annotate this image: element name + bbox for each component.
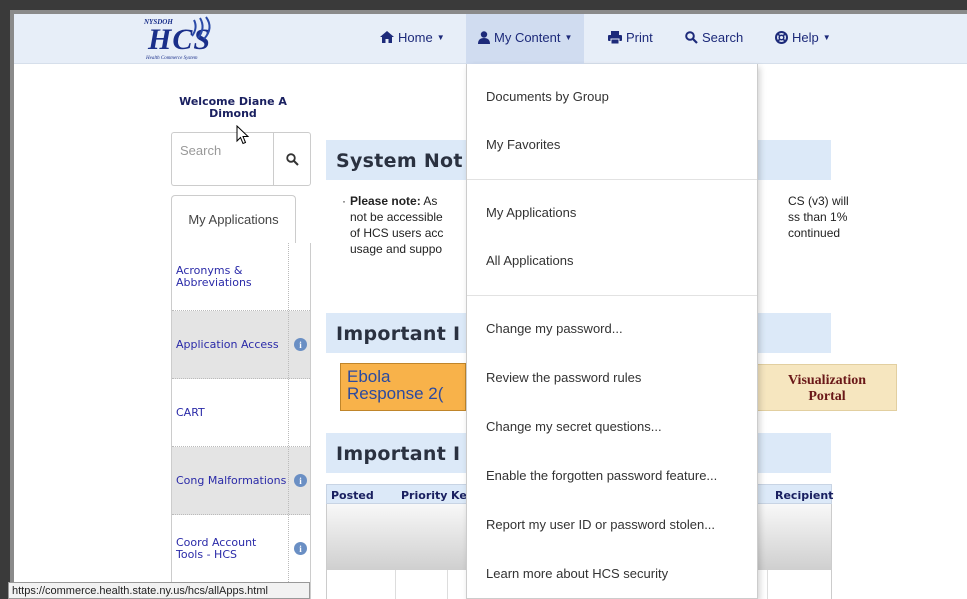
sidebar-search-button[interactable] bbox=[273, 132, 311, 186]
menu-item-report-stolen[interactable]: Report my user ID or password stolen... bbox=[467, 517, 757, 532]
menu-item-learn-security[interactable]: Learn more about HCS security bbox=[467, 566, 757, 581]
caret-down-icon: ▼ bbox=[822, 32, 831, 42]
welcome-line2: Dimond bbox=[209, 107, 257, 120]
nav-my-content-label: My Content bbox=[494, 29, 561, 45]
divider bbox=[447, 570, 448, 599]
app-name[interactable]: Acronyms & Abbreviations bbox=[172, 263, 288, 289]
search-icon bbox=[685, 30, 698, 44]
menu-item-password-rules[interactable]: Review the password rules bbox=[467, 370, 757, 385]
bullet: · bbox=[342, 194, 346, 208]
ebola-line: Ebola bbox=[347, 367, 391, 386]
notice-right: continued bbox=[788, 226, 841, 240]
caret-down-icon: ▼ bbox=[564, 32, 573, 42]
print-icon bbox=[608, 30, 622, 44]
app-name[interactable]: CART bbox=[172, 406, 288, 419]
app-name-line: Abbreviations bbox=[176, 275, 252, 289]
visualization-portal-banner[interactable]: Visualization Portal bbox=[757, 364, 897, 411]
divider bbox=[395, 570, 396, 599]
divider bbox=[767, 570, 768, 599]
nav-home-label: Home bbox=[398, 29, 433, 45]
app-name[interactable]: Application Access bbox=[172, 338, 288, 351]
logo-subtitle: Health Commerce System bbox=[146, 56, 198, 61]
sidebar-search-input[interactable]: Search bbox=[171, 132, 273, 186]
nav-help-label: Help bbox=[792, 29, 819, 45]
app-name-line: Tools - HCS bbox=[176, 547, 237, 561]
col-recipient[interactable]: Recipient bbox=[775, 489, 833, 502]
app-info-cell: i bbox=[288, 447, 312, 514]
app-info-cell bbox=[288, 243, 312, 310]
app-info-cell: i bbox=[288, 311, 312, 378]
nav-search[interactable]: Search bbox=[685, 10, 743, 64]
caret-down-icon: ▼ bbox=[436, 32, 445, 42]
browser-status-url: https://commerce.health.state.ny.us/hcs/… bbox=[8, 582, 310, 599]
list-item[interactable]: Coord Account Tools - HCS i bbox=[172, 515, 310, 583]
col-key[interactable]: Ke bbox=[451, 489, 467, 502]
viz-line: Portal bbox=[808, 389, 846, 404]
my-content-dropdown: Documents by Group My Favorites My Appli… bbox=[466, 64, 758, 599]
menu-item-change-password[interactable]: Change my password... bbox=[467, 321, 757, 336]
lifebuoy-icon bbox=[775, 30, 788, 44]
app-name[interactable]: Cong Malformations bbox=[172, 474, 288, 487]
nav-home[interactable]: Home ▼ bbox=[380, 10, 445, 64]
menu-item-forgotten-password[interactable]: Enable the forgotten password feature... bbox=[467, 468, 757, 483]
tab-my-applications[interactable]: My Applications bbox=[171, 195, 296, 243]
nav-print-label: Print bbox=[626, 29, 653, 45]
notice-line: As bbox=[423, 194, 438, 208]
col-priority[interactable]: Priority bbox=[401, 489, 447, 502]
user-icon bbox=[478, 30, 490, 44]
menu-item-my-favorites[interactable]: My Favorites bbox=[467, 137, 757, 152]
info-icon[interactable]: i bbox=[294, 542, 307, 555]
app-info-cell bbox=[288, 379, 312, 446]
app-info-cell: i bbox=[288, 515, 312, 582]
welcome-message: Welcome Diane A Dimond bbox=[168, 96, 298, 120]
search-icon bbox=[285, 152, 299, 166]
col-posted[interactable]: Posted bbox=[331, 489, 374, 502]
list-item[interactable]: Acronyms & Abbreviations bbox=[172, 243, 310, 311]
info-icon[interactable]: i bbox=[294, 474, 307, 487]
signal-waves-icon bbox=[191, 16, 211, 40]
app-name-line: Acronyms & bbox=[176, 263, 243, 277]
hcs-logo[interactable]: NYSDOH HCS Health Commerce System bbox=[138, 16, 230, 64]
nav-my-content[interactable]: My Content ▼ bbox=[466, 10, 585, 64]
notice-bold: Please note: bbox=[350, 194, 421, 208]
nav-search-label: Search bbox=[702, 29, 744, 45]
info-icon[interactable]: i bbox=[294, 338, 307, 351]
list-item[interactable]: Application Access i bbox=[172, 311, 310, 379]
menu-item-all-applications[interactable]: All Applications bbox=[467, 253, 757, 268]
menu-divider bbox=[467, 179, 757, 180]
viz-line: Visualization bbox=[787, 373, 867, 388]
menu-item-documents-by-group[interactable]: Documents by Group bbox=[467, 89, 757, 104]
ebola-line: Response 2( bbox=[347, 384, 444, 403]
menu-item-my-applications[interactable]: My Applications bbox=[467, 205, 757, 220]
app-name-line: Coord Account bbox=[176, 535, 257, 549]
ebola-response-banner[interactable]: Ebola Response 2( bbox=[340, 363, 466, 411]
menu-divider bbox=[467, 295, 757, 296]
home-icon bbox=[380, 31, 394, 43]
menu-item-secret-questions[interactable]: Change my secret questions... bbox=[467, 419, 757, 434]
list-item[interactable]: CART bbox=[172, 379, 310, 447]
notice-right: CS (v3) will bbox=[788, 194, 849, 208]
app-name[interactable]: Coord Account Tools - HCS bbox=[172, 535, 288, 561]
nav-help[interactable]: Help ▼ bbox=[775, 10, 831, 64]
notice-right: ss than 1% bbox=[788, 210, 848, 224]
mouse-cursor-icon bbox=[236, 125, 250, 145]
applications-list: Acronyms & Abbreviations Application Acc… bbox=[171, 243, 311, 599]
nav-print[interactable]: Print bbox=[608, 10, 653, 64]
top-navbar: NYSDOH HCS Health Commerce System Home ▼… bbox=[10, 10, 967, 64]
list-item[interactable]: Cong Malformations i bbox=[172, 447, 310, 515]
